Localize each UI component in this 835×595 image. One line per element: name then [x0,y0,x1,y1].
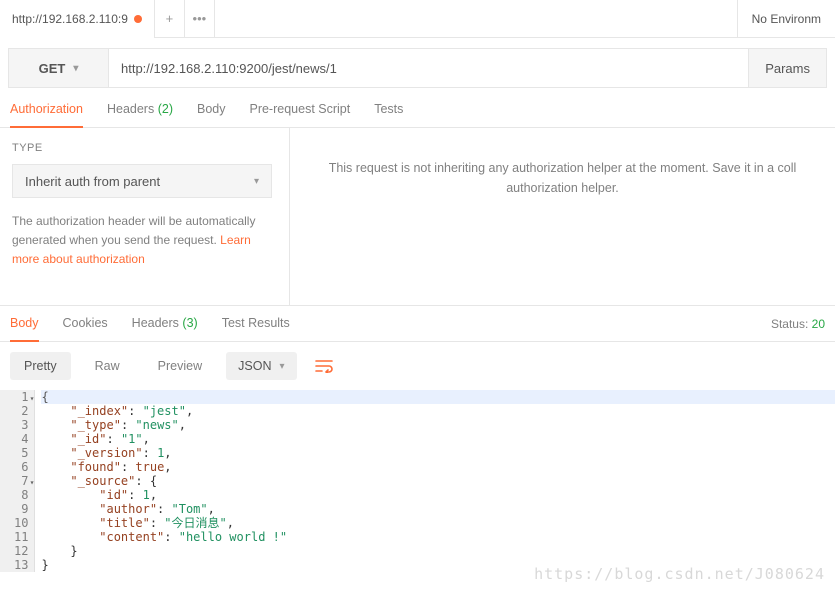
wrap-icon [315,359,333,373]
method-label: GET [39,61,66,76]
request-tab[interactable]: http://192.168.2.110:9 [0,0,155,38]
environment-selector[interactable]: No Environm [737,0,835,38]
top-bar: http://192.168.2.110:9 + ••• No Environm [0,0,835,38]
env-label: No Environm [752,12,821,26]
tab-body[interactable]: Body [197,102,226,127]
code-content: { "_index": "jest", "_type": "news", "_i… [35,390,835,572]
resp-tab-headers[interactable]: Headers (3) [132,306,198,341]
view-preview-button[interactable]: Preview [144,352,216,380]
headers-label: Headers [107,102,154,116]
status-area: Status: 20 [771,317,825,331]
tab-options-button[interactable]: ••• [185,0,215,38]
tab-prerequest-script[interactable]: Pre-request Script [249,102,350,127]
params-label: Params [765,61,810,76]
format-selector[interactable]: JSON ▾ [226,352,296,380]
request-tabs: Authorization Headers (2) Body Pre-reque… [0,88,835,128]
authorization-panel: TYPE Inherit auth from parent ▾ The auth… [0,128,835,306]
format-label: JSON [238,359,271,373]
auth-type-label: TYPE [12,142,277,154]
chevron-down-icon: ▾ [279,361,284,372]
response-body-viewer[interactable]: 1▾234567▾8910111213 { "_index": "jest", … [0,390,835,572]
tab-headers[interactable]: Headers (2) [107,102,173,127]
line-gutter: 1▾234567▾8910111213 [0,390,35,572]
tab-authorization[interactable]: Authorization [10,102,83,128]
tab-tests[interactable]: Tests [374,102,403,127]
wrap-lines-button[interactable] [307,353,341,379]
auth-left: TYPE Inherit auth from parent ▾ The auth… [0,128,290,305]
unsaved-dot-icon [134,15,142,23]
request-row: GET ▾ Params [8,48,827,88]
chevron-down-icon: ▾ [73,63,78,74]
url-input[interactable] [108,48,749,88]
status-value: 20 [812,317,825,331]
view-pretty-button[interactable]: Pretty [10,352,71,380]
plus-icon: + [166,11,174,26]
headers-count: (2) [158,102,173,116]
dots-icon: ••• [193,11,207,26]
method-selector[interactable]: GET ▾ [8,48,108,88]
tab-title: http://192.168.2.110:9 [12,12,128,26]
auth-description: The authorization header will be automat… [12,212,277,270]
view-mode-row: Pretty Raw Preview JSON ▾ [0,342,835,390]
resp-tab-cookies[interactable]: Cookies [63,306,108,341]
auth-type-selector[interactable]: Inherit auth from parent ▾ [12,164,272,198]
view-raw-button[interactable]: Raw [81,352,134,380]
auth-right-message: This request is not inheriting any autho… [290,128,835,305]
new-tab-button[interactable]: + [155,0,185,38]
resp-tab-body[interactable]: Body [10,306,39,342]
resp-headers-count: (3) [182,316,197,330]
status-label: Status: [771,317,808,331]
response-tabs: Body Cookies Headers (3) Test Results [10,306,290,341]
resp-tab-test-results[interactable]: Test Results [222,306,290,341]
resp-headers-label: Headers [132,316,179,330]
params-button[interactable]: Params [749,48,827,88]
chevron-down-icon: ▾ [254,176,259,187]
response-tabs-row: Body Cookies Headers (3) Test Results St… [0,306,835,342]
auth-selected: Inherit auth from parent [25,174,160,189]
auth-desc-text: The authorization header will be automat… [12,214,255,247]
